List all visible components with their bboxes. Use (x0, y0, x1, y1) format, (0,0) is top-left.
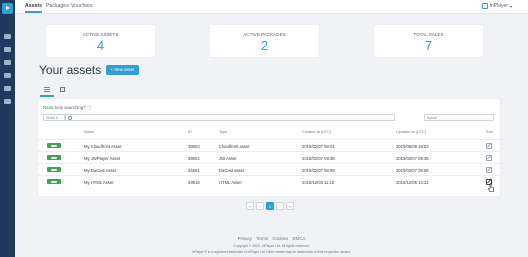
dmca-link[interactable]: DMCA (293, 236, 306, 241)
asset-type: HTML Asset (219, 180, 242, 185)
search-input[interactable] (65, 114, 395, 121)
assets-icon[interactable] (4, 47, 11, 52)
stat-label: ACTIVE ASSETS (82, 32, 119, 37)
dashboard-icon[interactable] (4, 34, 11, 39)
page-title: Your assets (39, 63, 102, 77)
asset-type: JW Asset (219, 156, 237, 161)
table-row[interactable]: My JWPlayer Asset 39002 JW Asset 2019/02… (38, 151, 500, 163)
stat-value: 7 (424, 38, 433, 53)
last-page-button[interactable]: » (286, 202, 294, 210)
table-row[interactable]: My HTML Asset 49516 HTML Asset 2019/12/0… (38, 175, 500, 187)
edit-icon[interactable] (486, 142, 492, 149)
asset-name[interactable]: My Cloudfront Asset (84, 144, 121, 149)
reports-icon[interactable] (4, 73, 11, 78)
filter-row: Show ▾ Active (43, 114, 494, 122)
asset-created: 2019/12/03 11:16 (302, 180, 335, 185)
col-name[interactable]: Name (84, 130, 94, 134)
table-header: Name ID Type Created at (UTC) Updated at… (38, 130, 500, 138)
org-name: InPlayer (489, 3, 508, 9)
stat-label: ACTIVE PACKAGES (243, 32, 286, 37)
col-type[interactable]: Type (219, 130, 227, 134)
asset-thumbnail (47, 143, 61, 148)
asset-type: DaCast asset (219, 168, 245, 173)
stat-value: 2 (260, 38, 269, 53)
assets-panel: Need help searching? ⓘ Show ▾ Active Nam… (38, 99, 500, 196)
trademark-text: InPlayer ® is a registered trademark of … (192, 250, 351, 254)
pagination: « ‹ 1 › » (246, 202, 294, 210)
asset-id: 39003 (188, 144, 200, 149)
stat-value: 4 (96, 38, 105, 53)
asset-type: Cloudfront asset (219, 144, 250, 149)
active-view-indicator (40, 95, 54, 97)
asset-name[interactable]: My DaCast Asset (84, 168, 116, 173)
copyright-text: Copyright © 2020, InPlayer Ltd. All righ… (233, 244, 310, 248)
cookies-link[interactable]: Cookies (272, 236, 288, 241)
tab-vouchers[interactable]: Vouchers (71, 3, 93, 9)
privacy-link[interactable]: Privacy (238, 236, 252, 241)
show-select[interactable]: Show ▾ (43, 114, 65, 121)
tab-packages[interactable]: Packages (46, 3, 69, 9)
footer-links: Privacy Terms Cookies DMCA (15, 236, 528, 241)
org-icon (481, 3, 488, 9)
asset-created: 2019/02/07 09:36 (302, 156, 335, 161)
asset-name[interactable]: My JWPlayer Asset (84, 156, 120, 161)
asset-updated: 2019/02/07 09:36 (396, 156, 429, 161)
payments-icon[interactable] (4, 86, 11, 91)
tab-assets[interactable]: Assets (25, 3, 43, 13)
table-row[interactable]: My Cloudfront Asset 39003 Cloudfront ass… (38, 139, 500, 151)
edit-icon[interactable] (486, 166, 492, 173)
top-nav: Assets Packages Vouchers InPlayer ▾ (15, 0, 528, 14)
prev-page-button[interactable]: ‹ (256, 202, 264, 210)
asset-created: 2019/02/07 08:59 (302, 168, 335, 173)
sidebar (0, 0, 15, 257)
stat-card-total-sales: TOTAL SALES 7 (374, 25, 483, 57)
asset-updated: 2019/06/09 18:53 (396, 144, 429, 149)
users-icon[interactable] (4, 60, 11, 65)
stat-card-active-assets: ACTIVE ASSETS 4 (46, 25, 155, 57)
asset-updated: 2019/02/07 08:59 (396, 168, 429, 173)
inplayer-logo-icon[interactable] (2, 3, 13, 14)
search-help-link[interactable]: Need help searching? ⓘ (43, 105, 91, 111)
asset-id: 34601 (188, 168, 200, 173)
asset-thumbnail (47, 167, 61, 172)
table-row[interactable]: My DaCast Asset 34601 DaCast asset 2019/… (38, 163, 500, 175)
asset-thumbnail (47, 179, 61, 184)
first-page-button[interactable]: « (246, 202, 254, 210)
grid-view-icon[interactable] (60, 87, 65, 92)
asset-id: 49516 (188, 180, 200, 185)
stat-card-active-packages: ACTIVE PACKAGES 2 (210, 25, 319, 57)
asset-updated: 2019/12/06 14:22 (396, 180, 429, 185)
next-page-button[interactable]: › (276, 202, 284, 210)
asset-thumbnail (47, 155, 61, 160)
page-button-current[interactable]: 1 (266, 202, 274, 210)
settings-icon[interactable] (4, 99, 11, 104)
new-asset-button[interactable]: + New asset (106, 65, 139, 75)
org-switcher[interactable]: InPlayer ▾ (481, 3, 512, 9)
stat-label: TOTAL SALES (413, 32, 444, 37)
hand-cursor-icon (488, 183, 494, 192)
edit-icon[interactable] (486, 154, 492, 161)
col-edit: Edit (486, 130, 493, 134)
chevron-down-icon: ▾ (509, 3, 512, 9)
list-view-icon[interactable] (43, 86, 51, 93)
asset-id: 39002 (188, 156, 200, 161)
col-id[interactable]: ID (188, 130, 192, 134)
col-updated[interactable]: Updated at (UTC) (396, 130, 426, 134)
asset-name[interactable]: My HTML Asset (84, 180, 113, 185)
search-icon (68, 116, 72, 120)
col-created[interactable]: Created at (UTC) (302, 130, 331, 134)
asset-created: 2019/02/07 08:01 (302, 144, 335, 149)
status-filter-select[interactable]: Active (424, 114, 494, 121)
terms-link[interactable]: Terms (256, 236, 268, 241)
